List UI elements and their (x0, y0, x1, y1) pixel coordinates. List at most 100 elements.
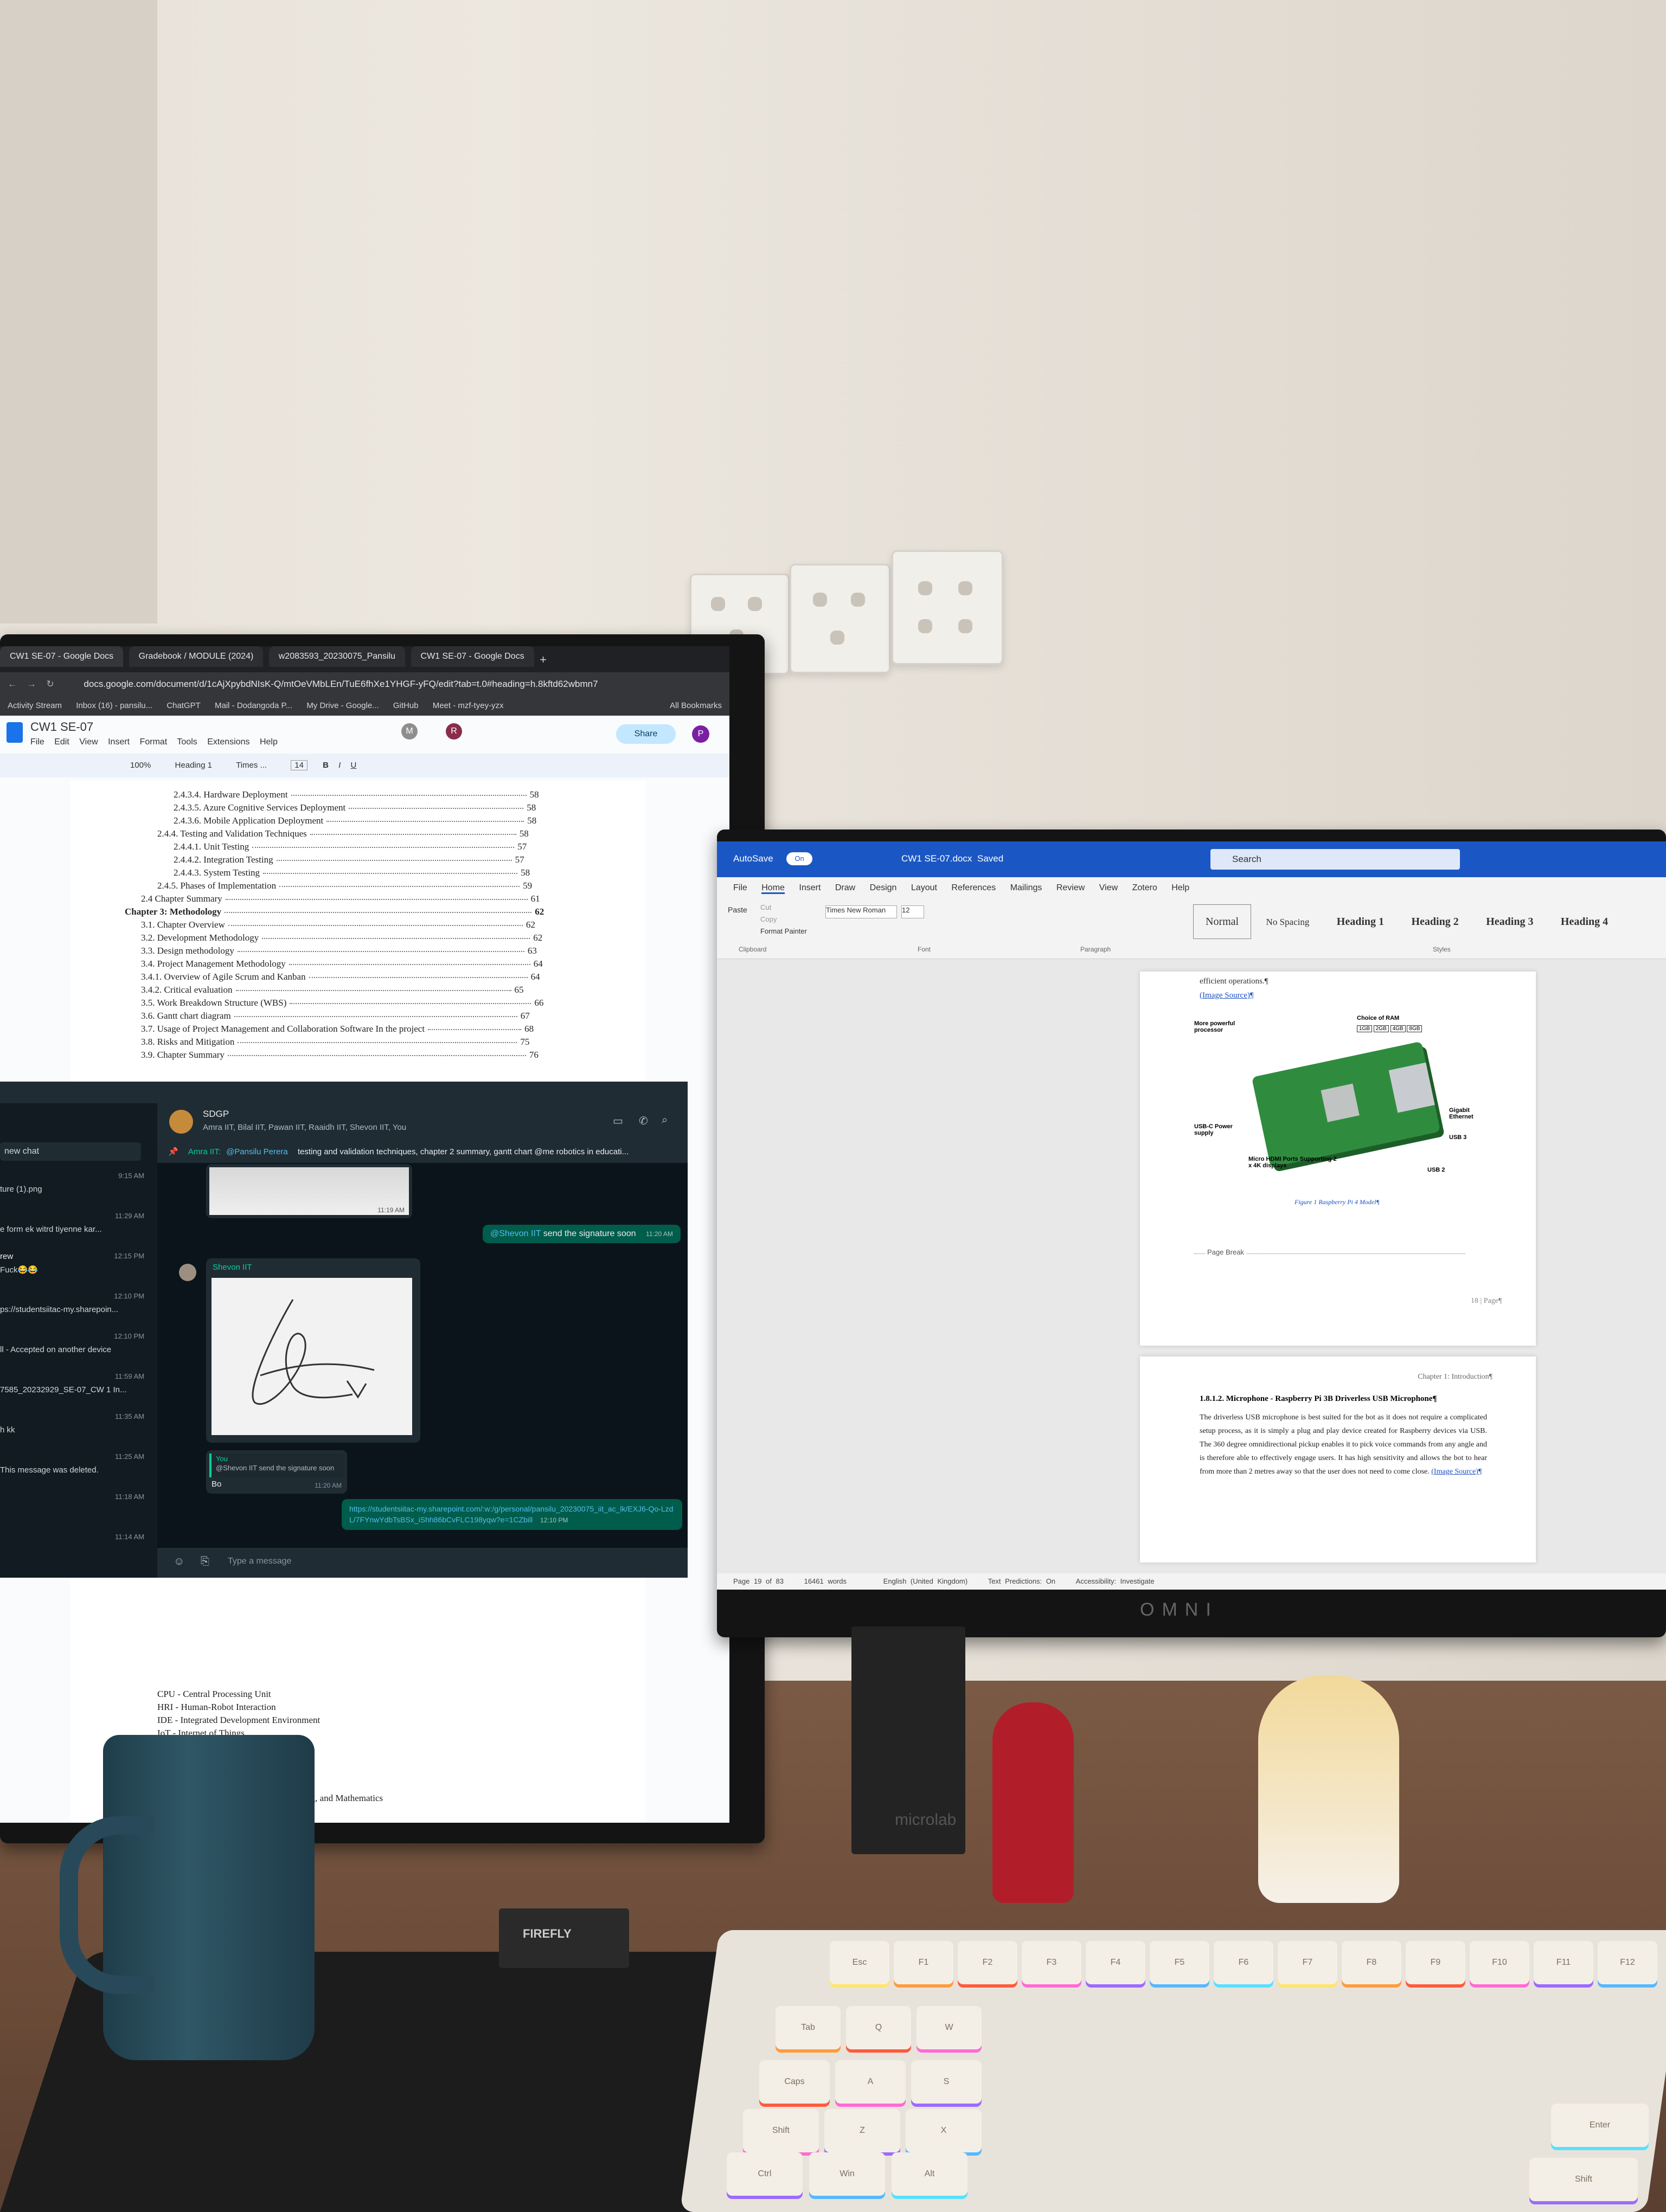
search-input[interactable]: new chat (0, 1142, 141, 1161)
toc-entry[interactable]: 3.7. Usage of Project Management and Col… (141, 1024, 534, 1034)
paste-button[interactable]: Paste (728, 905, 747, 914)
style-heading-1[interactable]: Heading 1 (1324, 904, 1396, 939)
group-name[interactable]: SDGP (203, 1109, 229, 1120)
cut-button[interactable]: Cut (760, 903, 771, 911)
autosave-toggle[interactable]: On (786, 852, 812, 865)
tab-layout[interactable]: Layout (911, 883, 937, 892)
chrome-tab[interactable]: CW1 SE-07 - Google Docs (411, 646, 534, 667)
page-count[interactable]: Page 19 of 83 (733, 1577, 784, 1585)
image-source-link[interactable]: (Image Source)¶ (1200, 991, 1254, 1000)
bookmark[interactable]: Activity Stream (8, 696, 62, 716)
bookmark[interactable]: Meet - mzf-tyey-yzx (433, 696, 504, 716)
phone-icon[interactable]: ✆ (639, 1114, 648, 1128)
back-icon[interactable]: ← (8, 679, 17, 689)
menu-edit[interactable]: Edit (54, 737, 69, 747)
menu-insert[interactable]: Insert (108, 737, 130, 747)
toc-entry[interactable]: 2.4.3.5. Azure Cognitive Services Deploy… (174, 802, 536, 813)
avatar[interactable]: R (446, 723, 462, 740)
format-painter-button[interactable]: Format Painter (760, 927, 807, 935)
tab-insert[interactable]: Insert (799, 883, 821, 892)
toc-entry[interactable]: 2.4.4. Testing and Validation Techniques… (157, 828, 529, 839)
tab-file[interactable]: File (733, 883, 747, 892)
menu-view[interactable]: View (79, 737, 98, 747)
chrome-tab[interactable]: w2083593_20230075_Pansilu (268, 646, 406, 667)
avatar[interactable]: P (692, 725, 709, 743)
toc-entry[interactable]: 2.4.3.4. Hardware Deployment 58 (174, 789, 539, 800)
emoji-icon[interactable]: ☺ (174, 1555, 184, 1568)
style-no-spacing[interactable]: No Spacing (1254, 905, 1322, 940)
accessibility[interactable]: Accessibility: Investigate (1076, 1577, 1155, 1585)
style-heading-3[interactable]: Heading 3 (1473, 904, 1546, 939)
image-source-link[interactable]: (Image Source)¶ (1431, 1468, 1482, 1476)
toc-entry[interactable]: 3.4.2. Critical evaluation 65 (141, 985, 524, 995)
tab-design[interactable]: Design (870, 883, 897, 892)
text-predictions[interactable]: Text Predictions: On (988, 1577, 1055, 1585)
style-select[interactable]: Heading 1 (175, 761, 212, 770)
toc-entry[interactable]: 2.4.4.2. Integration Testing 57 (174, 854, 524, 865)
image-message[interactable]: 11:19 AM (206, 1164, 412, 1218)
italic-icon[interactable]: I (338, 761, 341, 770)
font-select[interactable]: Times ... (236, 761, 267, 770)
pinned-message[interactable]: 📌 Amra IIT: @Pansilu Perera testing and … (157, 1141, 688, 1163)
zoom-select[interactable]: 100% (130, 761, 151, 770)
bookmark[interactable]: ChatGPT (166, 696, 201, 716)
link-message[interactable]: https://studentsiitac-my.sharepoint.com/… (342, 1499, 682, 1530)
language[interactable]: English (United Kingdom) (883, 1577, 967, 1585)
bookmark-all[interactable]: All Bookmarks (670, 696, 722, 716)
menu-extensions[interactable]: Extensions (207, 737, 249, 747)
link-text[interactable]: https://studentsiitac-my.sharepoint.com/… (349, 1504, 673, 1524)
tab-review[interactable]: Review (1056, 883, 1085, 892)
tab-zotero[interactable]: Zotero (1132, 883, 1157, 892)
toc-entry[interactable]: 2.4.5. Phases of Implementation 59 (157, 880, 532, 891)
bookmark[interactable]: GitHub (393, 696, 419, 716)
chat-list-item[interactable]: 11:14 AM (0, 1529, 152, 1578)
address-input[interactable]: docs.google.com/document/d/1cAjXpybdNIsK… (84, 679, 598, 689)
video-call-icon[interactable]: ▭ (613, 1114, 623, 1128)
doc-title[interactable]: CW1 SE-07 (30, 720, 93, 734)
chrome-tab[interactable]: CW1 SE-07 - Google Docs (0, 646, 124, 667)
file-name[interactable]: CW1 SE-07.docx (901, 853, 972, 864)
search-box[interactable]: Search (1210, 849, 1460, 870)
toc-entry[interactable]: 2.4 Chapter Summary 61 (141, 893, 540, 904)
tab-home[interactable]: Home (761, 883, 785, 894)
tab-draw[interactable]: Draw (835, 883, 855, 892)
group-avatar[interactable] (169, 1110, 193, 1134)
sender-avatar[interactable] (179, 1264, 196, 1281)
word-count[interactable]: 16461 words (804, 1577, 847, 1585)
bold-icon[interactable]: B (323, 761, 329, 770)
menu-help[interactable]: Help (260, 737, 278, 747)
menu-file[interactable]: File (30, 737, 44, 747)
toc-entry[interactable]: 3.3. Design methodology 63 (141, 946, 537, 956)
toc-entry[interactable]: Chapter 3: Methodology 62 (125, 906, 544, 917)
signature-image[interactable] (212, 1278, 412, 1435)
style-heading-4[interactable]: Heading 4 (1548, 904, 1620, 939)
incoming-image-message[interactable]: Shevon IIT (206, 1258, 420, 1443)
tab-mailings[interactable]: Mailings (1010, 883, 1042, 892)
toc-entry[interactable]: 2.4.4.3. System Testing 58 (174, 867, 530, 878)
toc-entry[interactable]: 3.5. Work Breakdown Structure (WBS) 66 (141, 998, 543, 1008)
toc-entry[interactable]: 3.8. Risks and Mitigation 75 (141, 1037, 529, 1047)
tab-view[interactable]: View (1099, 883, 1118, 892)
message-input[interactable]: Type a message (228, 1557, 291, 1566)
toc-entry[interactable]: 3.1. Chapter Overview 62 (141, 919, 535, 930)
copy-button[interactable]: Copy (760, 915, 777, 923)
chrome-tab[interactable]: Gradebook / MODULE (2024) (129, 646, 264, 667)
forward-icon[interactable]: → (27, 679, 36, 689)
toc-entry[interactable]: 3.4.1. Overview of Agile Scrum and Kanba… (141, 972, 540, 982)
toc-entry[interactable]: 3.4. Project Management Methodology 64 (141, 959, 543, 969)
bookmark[interactable]: Mail - Dodangoda P... (215, 696, 292, 716)
search-icon[interactable]: ⌕ (662, 1114, 668, 1127)
font-size-input[interactable]: 14 (291, 760, 307, 770)
style-normal[interactable]: Normal (1193, 904, 1252, 939)
new-tab-icon[interactable]: + (540, 653, 547, 666)
avatar[interactable]: M (401, 723, 418, 740)
outgoing-message[interactable]: @Shevon IIT send the signature soon 11:2… (483, 1225, 681, 1243)
attach-icon[interactable]: ⎘ (201, 1555, 209, 1568)
bookmark[interactable]: Inbox (16) - pansilu... (76, 696, 152, 716)
style-heading-2[interactable]: Heading 2 (1399, 904, 1471, 939)
menu-format[interactable]: Format (140, 737, 168, 747)
font-size-select[interactable]: 12 (901, 905, 924, 918)
toc-entry[interactable]: 3.2. Development Methodology 62 (141, 933, 542, 943)
underline-icon[interactable]: U (350, 761, 356, 770)
bookmark[interactable]: My Drive - Google... (306, 696, 379, 716)
